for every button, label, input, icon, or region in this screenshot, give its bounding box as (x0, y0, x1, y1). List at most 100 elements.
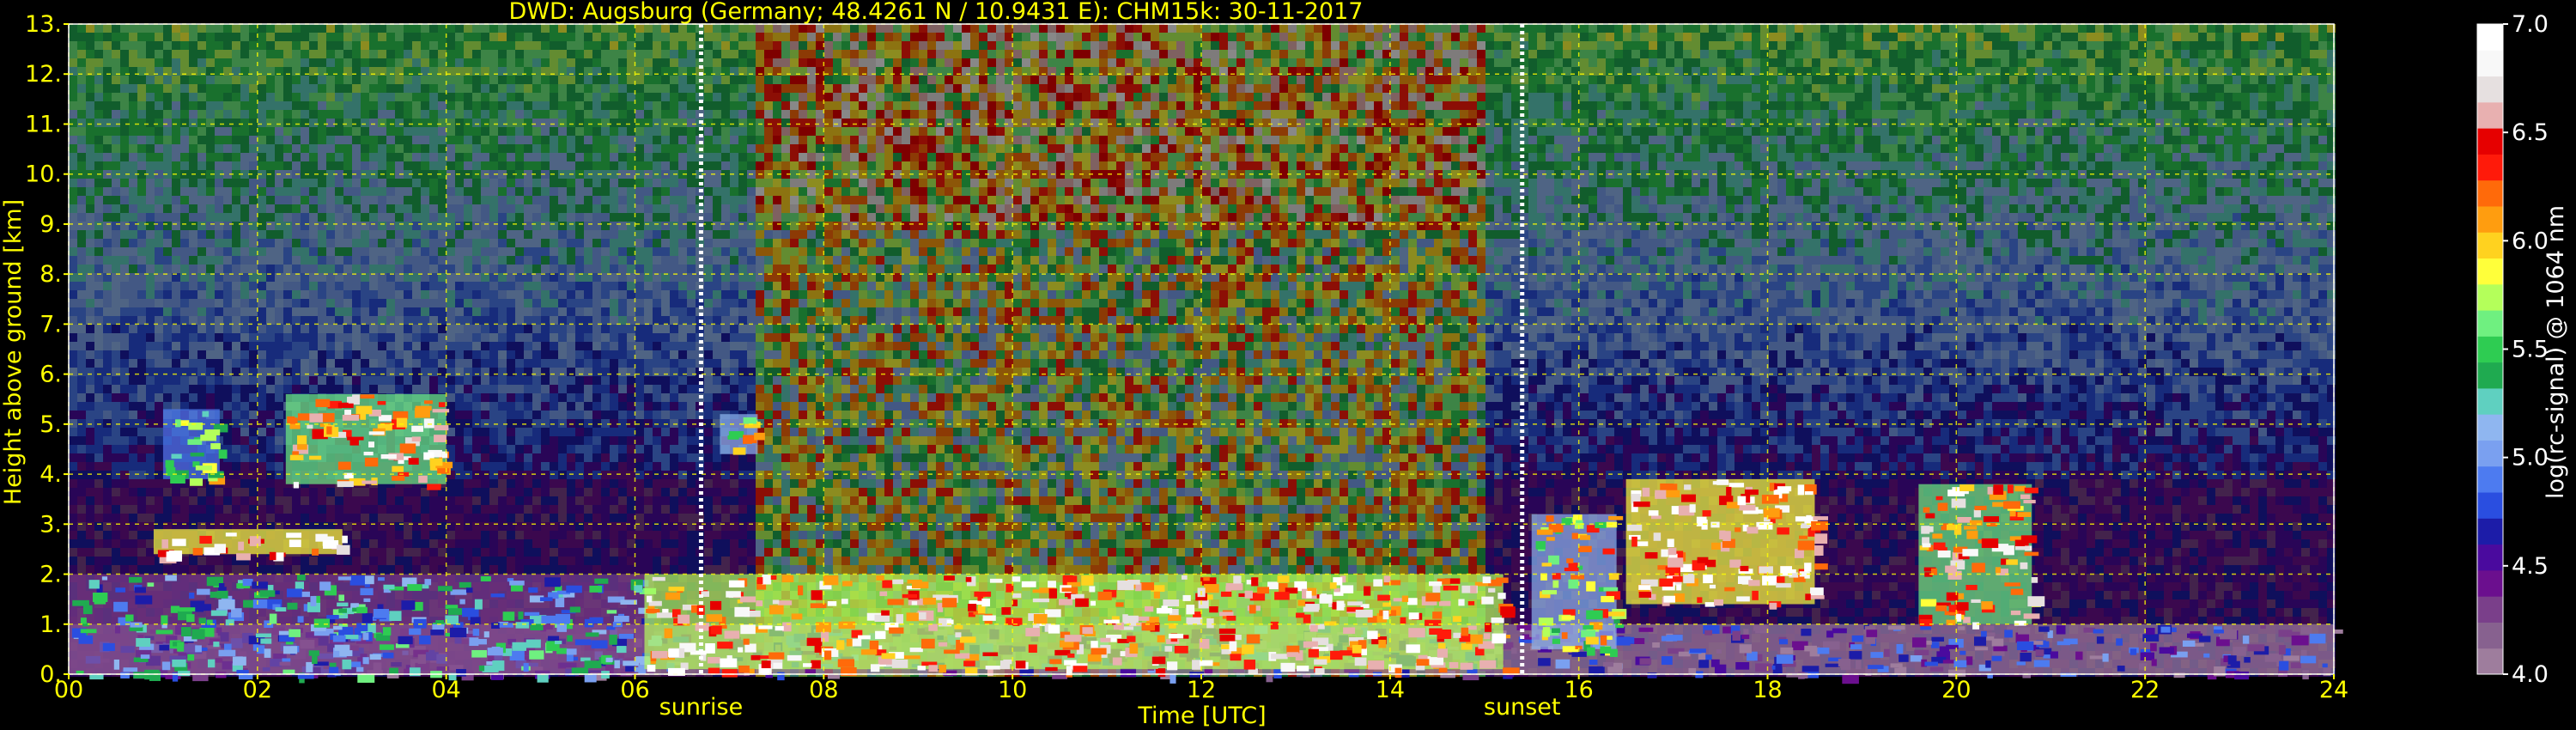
signal-cell (309, 239, 318, 247)
signal-cell (120, 136, 129, 144)
signal-cell (361, 505, 369, 514)
signal-cell (129, 136, 137, 144)
signal-cell (515, 557, 524, 565)
signal-cell (86, 230, 94, 239)
signal-cell (189, 222, 197, 230)
signal-cell (378, 76, 386, 84)
signal-cell (541, 290, 550, 299)
signal-cell (206, 325, 215, 333)
signal-cell (86, 58, 94, 67)
signal-cell (301, 161, 309, 170)
signal-cell (567, 393, 575, 402)
signal-cell (283, 376, 292, 385)
signal-cell (318, 136, 326, 144)
signal-cell (180, 204, 189, 213)
signal-cell (292, 161, 301, 170)
signal-cell (541, 24, 550, 33)
signal-cell (464, 76, 472, 84)
signal-cell (352, 187, 361, 196)
signal-cell (258, 127, 266, 136)
signal-cell (532, 402, 541, 411)
signal-cell (215, 256, 223, 265)
signal-cell (481, 127, 489, 136)
signal-cell (258, 333, 266, 342)
signal-cell (197, 119, 206, 127)
signal-cell (532, 531, 541, 539)
signal-cell (318, 196, 326, 204)
signal-cell (378, 136, 386, 144)
signal-cell (103, 24, 112, 33)
signal-cell (404, 76, 412, 84)
signal-cell (266, 402, 275, 411)
signal-cell (481, 187, 489, 196)
signal-cell (155, 230, 163, 239)
signal-cell (575, 222, 584, 230)
signal-cell (232, 256, 240, 265)
signal-cell (77, 230, 86, 239)
signal-cell (94, 33, 103, 41)
signal-cell (318, 307, 326, 316)
signal-cell (86, 213, 94, 222)
signal-cell (129, 144, 137, 153)
signal-cell (69, 76, 77, 84)
signal-cell (550, 436, 558, 445)
signal-cell (567, 222, 575, 230)
signal-cell (232, 471, 240, 479)
signal-cell (146, 239, 155, 247)
signal-cell (172, 101, 180, 110)
signal-cell (266, 110, 275, 119)
signal-cell (455, 187, 464, 196)
signal-cell (524, 119, 532, 127)
signal-cell (361, 136, 369, 144)
signal-cell (249, 161, 258, 170)
signal-cell (515, 101, 524, 110)
signal-cell (275, 153, 283, 161)
signal-cell (275, 350, 283, 359)
signal-cell (532, 256, 541, 265)
signal-cell (515, 247, 524, 256)
signal-cell (429, 496, 438, 505)
signal-cell (283, 496, 292, 505)
signal-cell (318, 359, 326, 368)
signal-cell (532, 462, 541, 471)
signal-cell (507, 505, 515, 514)
signal-cell (215, 359, 223, 368)
signal-cell (550, 136, 558, 144)
signal-cell (258, 299, 266, 307)
signal-cell (103, 290, 112, 299)
signal-cell (112, 239, 120, 247)
signal-cell (335, 76, 343, 84)
signal-cell (412, 76, 421, 84)
signal-cell (558, 531, 567, 539)
signal-cell (541, 393, 550, 402)
signal-cell (429, 41, 438, 50)
signal-cell (258, 385, 266, 393)
signal-cell (215, 376, 223, 385)
signal-cell (386, 76, 395, 84)
signal-cell (489, 419, 498, 428)
signal-cell (94, 342, 103, 350)
signal-cell (189, 368, 197, 376)
signal-cell (326, 385, 335, 393)
signal-cell (472, 58, 481, 67)
signal-cell (335, 307, 343, 316)
signal-cell (258, 136, 266, 144)
signal-cell (69, 436, 77, 445)
signal-cell (404, 187, 412, 196)
signal-cell (481, 230, 489, 239)
signal-cell (343, 299, 352, 307)
signal-cell (120, 41, 129, 50)
signal-cell (249, 419, 258, 428)
signal-cell (292, 316, 301, 325)
signal-cell (146, 505, 155, 514)
signal-cell (146, 565, 155, 574)
signal-cell (575, 213, 584, 222)
signal-cell (541, 548, 550, 557)
signal-cell (481, 479, 489, 488)
signal-cell (558, 350, 567, 359)
signal-cell (567, 565, 575, 574)
signal-cell (137, 179, 146, 187)
signal-cell (155, 445, 163, 453)
signal-cell (206, 488, 215, 496)
signal-cell (180, 196, 189, 204)
